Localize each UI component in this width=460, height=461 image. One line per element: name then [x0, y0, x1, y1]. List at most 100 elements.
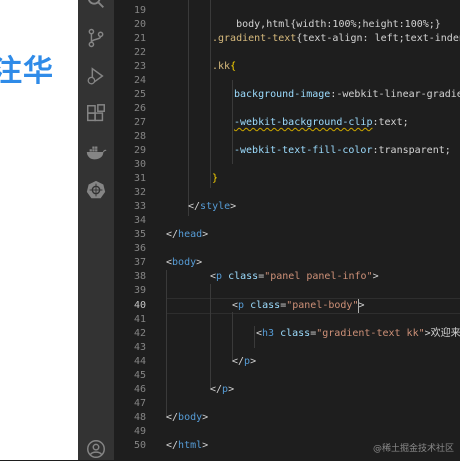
code-line-40: <p class="panel-body">	[232, 299, 365, 313]
tag-bracket: >	[196, 257, 203, 268]
line-number: 31	[133, 173, 146, 184]
close-brace: }	[212, 173, 219, 184]
attr-name: class	[274, 328, 311, 339]
code-line-37: <body>	[166, 256, 202, 270]
search-icon[interactable]	[84, 0, 108, 12]
code-line-50: </html>	[166, 439, 208, 453]
line-number: 36	[133, 243, 146, 254]
tag-name: style	[200, 201, 231, 212]
code-line-35: </head>	[166, 228, 208, 242]
left-slide-panel: 注华	[0, 0, 78, 460]
line-number: 19	[133, 5, 146, 16]
tag-bracket: >	[372, 271, 379, 282]
code-line-42: <h3 class="gradient-text kk">欢迎来到龙	[256, 327, 460, 341]
line-number: 38	[133, 271, 146, 282]
indent-guide	[166, 270, 167, 418]
code-line-27: -webkit-background-clip:text;	[234, 116, 409, 130]
tag-name: body	[178, 412, 203, 423]
css-value: :text;	[372, 117, 409, 128]
tag-name: html	[178, 440, 203, 451]
line-number: 30	[133, 159, 146, 170]
attr-name: class	[222, 271, 259, 282]
extensions-icon[interactable]	[84, 102, 108, 126]
code-editor[interactable]: body,html{width:100%;height:100%;} .grad…	[166, 0, 460, 460]
tag-bracket: </	[166, 440, 179, 451]
text-cursor	[358, 299, 359, 313]
indent-guide	[210, 284, 211, 390]
run-debug-icon[interactable]	[84, 64, 108, 88]
css-value: :-webkit-linear-gradient	[330, 89, 460, 100]
code-line-44: </p>	[232, 355, 256, 369]
code-line-19: body,html{width:100%;height:100%;}	[212, 4, 441, 30]
line-number: 23	[133, 61, 146, 72]
line-number: 50	[133, 440, 146, 451]
line-number: 42	[133, 328, 146, 339]
code-line-21: .gradient-text{text-align: left;text-ind…	[212, 32, 460, 46]
line-number: 26	[133, 103, 146, 114]
line-number: 47	[133, 398, 146, 409]
tag-name: body	[172, 257, 197, 268]
css-selector: .gradient-text	[212, 33, 297, 44]
line-number-gutter: 19 20 21 22 23 24 25 26 27 28 29 30 31 32 33 34 35 36 37 38…	[114, 0, 166, 460]
code-line-33: </style>	[188, 200, 236, 214]
attr-name: class	[244, 300, 281, 311]
open-brace: {	[230, 61, 237, 72]
css-property: background-image	[234, 89, 331, 100]
line-number: 28	[133, 131, 146, 142]
line-number: 22	[133, 47, 146, 58]
code-line-31: }	[212, 172, 218, 186]
line-number: 46	[133, 384, 146, 395]
watermark: @稀土掘金技术社区	[372, 444, 454, 454]
code-line-25: background-image:-webkit-linear-gradient	[234, 88, 460, 102]
tag-bracket: >	[228, 384, 235, 395]
tag-bracket: </	[232, 356, 245, 367]
code-line-23: .kk{	[212, 60, 236, 74]
line-number: 43	[133, 342, 146, 353]
slide-heading-text: 注华	[0, 54, 54, 89]
line-number: 25	[133, 89, 146, 100]
indent-guide	[188, 0, 189, 216]
heading-text-content: 欢迎来到龙	[430, 328, 460, 339]
indent-guide	[210, 0, 211, 188]
line-number: 21	[133, 33, 146, 44]
css-selector: .kk	[212, 61, 231, 72]
css-property: -webkit-background-clip	[234, 117, 373, 128]
attr-value: "panel-body"	[286, 300, 359, 311]
line-number: 24	[133, 75, 146, 86]
line-number: 27	[133, 117, 146, 128]
tag-name: head	[178, 229, 203, 240]
code-line-38: <p class="panel panel-info">	[210, 270, 379, 284]
tag-name: h3	[262, 328, 275, 339]
tag-bracket: >	[230, 201, 237, 212]
line-number: 20	[133, 19, 146, 30]
kubernetes-icon[interactable]	[84, 178, 108, 202]
tag-bracket: >	[202, 412, 209, 423]
line-number: 34	[133, 215, 146, 226]
line-number: 29	[133, 145, 146, 156]
attr-value: "gradient-text kk"	[316, 328, 425, 339]
tag-bracket: >	[202, 229, 209, 240]
tag-bracket: >	[250, 356, 257, 367]
css-property: -webkit-text-fill-color	[234, 145, 373, 156]
css-rule-body-html: body,html{width:100%;height:100%;}	[236, 19, 441, 30]
source-control-icon[interactable]	[84, 26, 108, 50]
line-number: 33	[133, 201, 146, 212]
docker-icon[interactable]	[84, 140, 108, 164]
line-number: 48	[133, 412, 146, 423]
line-number: 49	[133, 426, 146, 437]
indent-guide	[254, 326, 255, 348]
code-line-29: -webkit-text-fill-color:transparent;	[234, 144, 451, 158]
line-number: 35	[133, 229, 146, 240]
tag-bracket: </	[166, 229, 179, 240]
line-number: 32	[133, 187, 146, 198]
account-icon[interactable]	[84, 437, 108, 461]
attr-value: "panel panel-info"	[264, 271, 373, 282]
line-number: 41	[133, 314, 146, 325]
indent-guide	[232, 80, 233, 164]
tag-bracket: >	[358, 300, 365, 311]
code-line-48: </body>	[166, 411, 208, 425]
tag-bracket: </	[166, 412, 179, 423]
line-number: 39	[133, 285, 146, 296]
tag-bracket: </	[188, 201, 201, 212]
line-number: 45	[133, 370, 146, 381]
